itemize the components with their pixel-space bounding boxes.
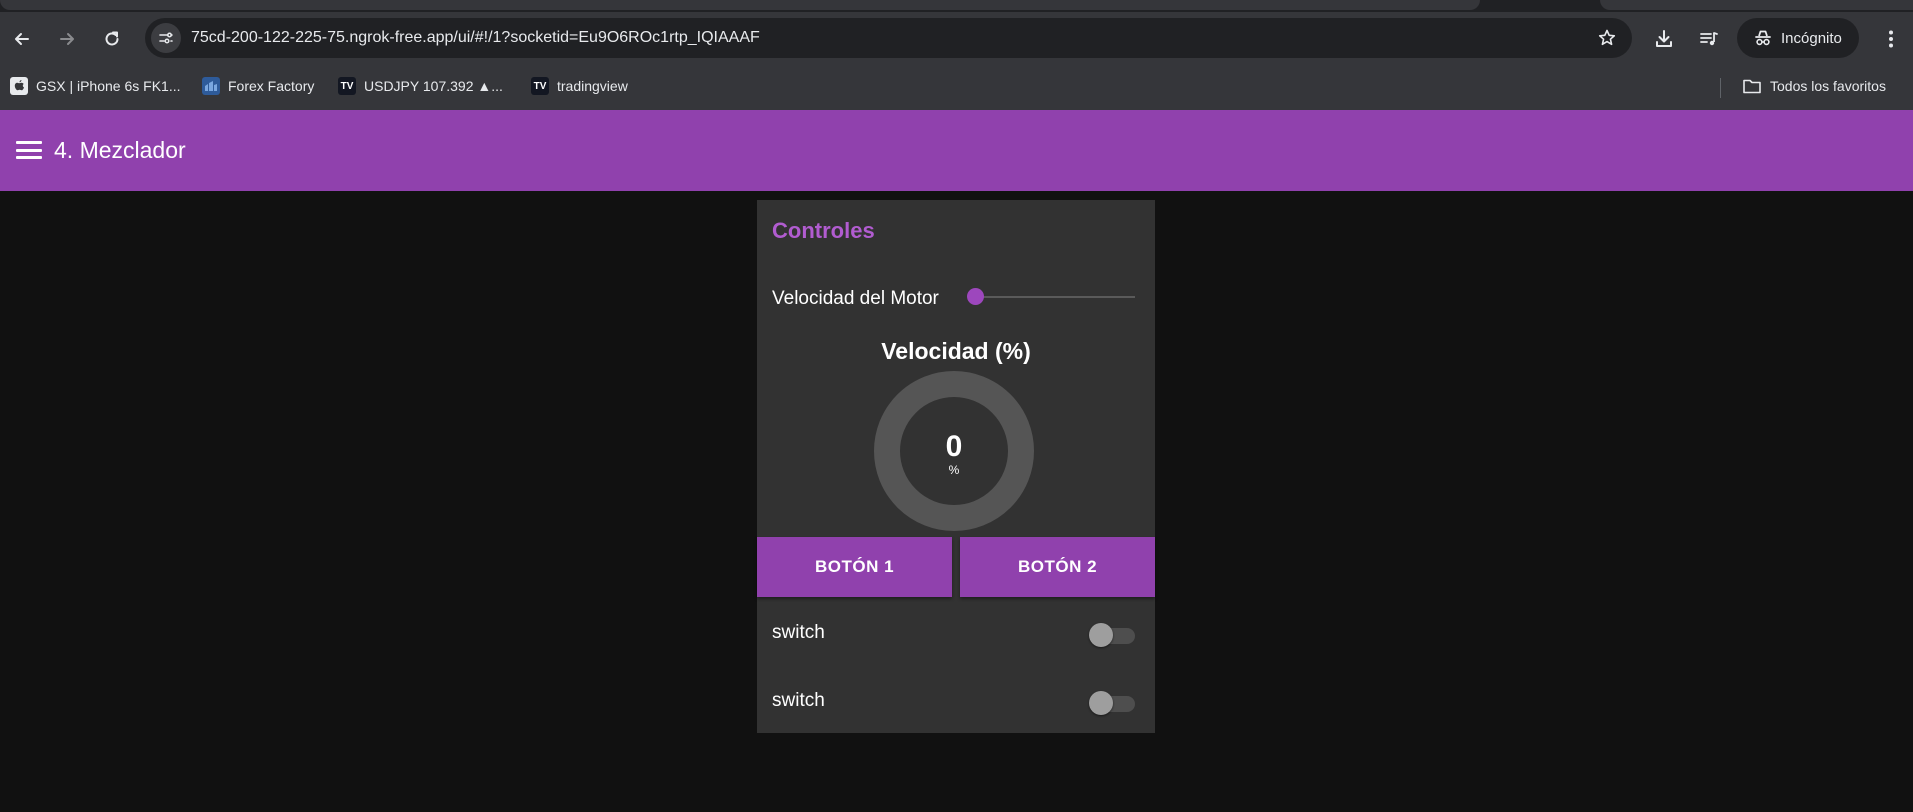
switch-row: switch — [757, 678, 1155, 728]
tune-icon — [159, 32, 173, 44]
tradingview-icon: TV — [338, 77, 356, 95]
all-bookmarks-label: Todos los favoritos — [1770, 78, 1886, 94]
media-control-button[interactable] — [1696, 26, 1722, 52]
browser-toolbar: 75cd-200-122-225-75.ngrok-free.app/ui/#!… — [0, 12, 1913, 65]
reload-button[interactable] — [99, 26, 125, 52]
incognito-icon — [1755, 30, 1771, 46]
bookmark-label: Forex Factory — [228, 78, 315, 94]
controls-card: Controles Velocidad del Motor Velocidad … — [757, 200, 1155, 733]
bookmark-usdjpy[interactable]: TV USDJPY 107.392 ▲... — [338, 75, 503, 97]
motor-speed-slider[interactable] — [975, 296, 1135, 298]
active-tab[interactable] — [0, 0, 1480, 10]
bookmarks-divider — [1720, 78, 1721, 98]
gauge-unit: % — [948, 463, 960, 477]
arrow-left-icon — [15, 33, 29, 45]
app-header: 4. Mezclador — [0, 110, 1913, 191]
bookmarks-bar: GSX | iPhone 6s FK1... Forex Factory TV … — [0, 65, 1913, 110]
reload-icon — [105, 31, 119, 46]
switch-label: switch — [772, 690, 825, 711]
page-title: 4. Mezclador — [54, 137, 186, 163]
gauge-title: Velocidad (%) — [881, 338, 1031, 364]
download-icon — [1656, 30, 1672, 47]
bookmark-label: USDJPY 107.392 ▲... — [364, 78, 503, 94]
bookmark-gsx[interactable]: GSX | iPhone 6s FK1... — [10, 75, 180, 97]
tradingview-icon: TV — [531, 77, 549, 95]
incognito-badge[interactable]: Incógnito — [1737, 18, 1859, 58]
bookmark-label: tradingview — [557, 78, 628, 94]
slider-label: Velocidad del Motor — [772, 288, 939, 309]
more-vert-icon — [1889, 30, 1893, 48]
bookmark-label: GSX | iPhone 6s FK1... — [36, 78, 181, 94]
folder-icon — [1743, 79, 1761, 94]
tab-strip — [0, 0, 1913, 12]
site-info-button[interactable] — [151, 23, 181, 53]
apple-icon — [10, 77, 28, 95]
url-text[interactable]: 75cd-200-122-225-75.ngrok-free.app/ui/#!… — [191, 29, 760, 47]
address-bar[interactable]: 75cd-200-122-225-75.ngrok-free.app/ui/#!… — [145, 18, 1632, 58]
bookmark-star-button[interactable] — [1596, 27, 1618, 49]
bookmark-forex-factory[interactable]: Forex Factory — [202, 75, 314, 97]
queue-music-icon — [1700, 32, 1718, 46]
button-1[interactable]: BOTÓN 1 — [757, 537, 952, 597]
arrow-right-icon — [60, 33, 74, 45]
switch-knob[interactable] — [1089, 623, 1113, 647]
back-button[interactable] — [9, 26, 35, 52]
forex-factory-icon — [202, 77, 220, 95]
switch-knob[interactable] — [1089, 691, 1113, 715]
switch-label: switch — [772, 622, 825, 643]
bookmark-tradingview[interactable]: TV tradingview — [531, 75, 628, 97]
all-bookmarks-button[interactable]: Todos los favoritos — [1742, 75, 1886, 97]
button-2[interactable]: BOTÓN 2 — [960, 537, 1155, 597]
browser-menu-button[interactable] — [1878, 26, 1904, 52]
card-title: Controles — [772, 218, 875, 243]
gauge-value: 0 — [945, 430, 963, 463]
star-icon — [1598, 29, 1616, 46]
downloads-button[interactable] — [1651, 26, 1677, 52]
background-tab[interactable] — [1600, 0, 1913, 10]
switch-row: switch — [757, 610, 1155, 660]
forward-button[interactable] — [54, 26, 80, 52]
slider-thumb[interactable] — [967, 288, 984, 305]
menu-icon[interactable] — [16, 138, 42, 162]
incognito-label: Incógnito — [1781, 29, 1842, 47]
